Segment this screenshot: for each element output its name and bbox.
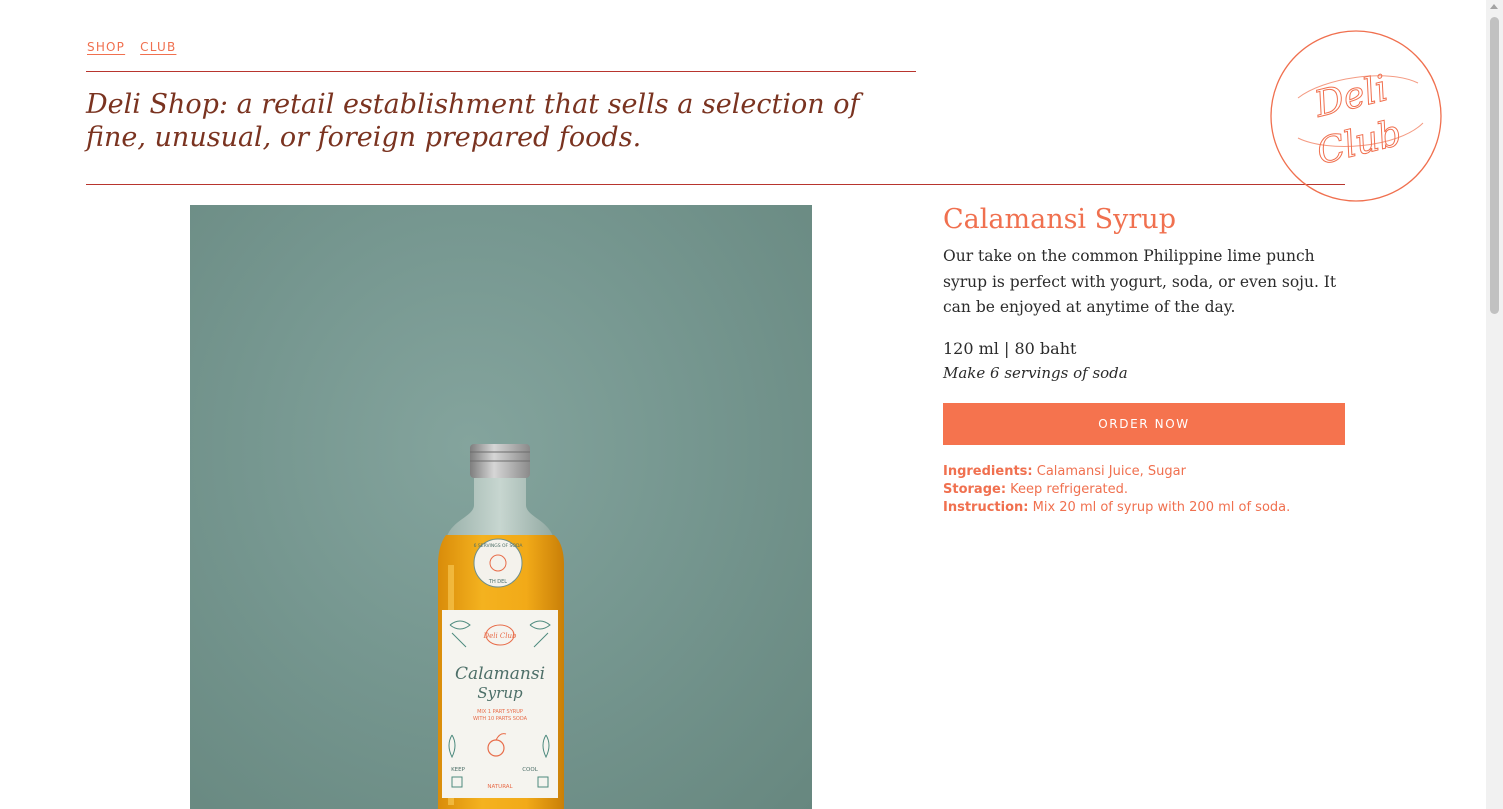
scroll-up-arrow-icon[interactable] [1490,4,1498,9]
svg-text:Deli Club: Deli Club [482,632,517,640]
nav-shop-link[interactable]: SHOP [87,40,125,54]
spec-value: Keep refrigerated. [1006,481,1129,497]
svg-text:COOL: COOL [522,767,538,773]
order-now-button[interactable]: ORDER NOW [943,402,1345,445]
product-image: 6 SERVINGS OF SODA TH DEL Deli Club Cala… [190,205,812,809]
scrollbar-thumb[interactable] [1490,17,1499,314]
product-title: Calamansi Syrup [943,204,1176,235]
product-specs: Ingredients: Calamansi Juice, Sugar Stor… [943,463,1348,517]
spec-label: Instruction: [943,499,1029,515]
svg-text:NATURAL: NATURAL [487,784,513,790]
product-description: Our take on the common Philippine lime p… [943,247,1337,316]
spec-instruction: Instruction: Mix 20 ml of syrup with 200… [943,499,1348,517]
spec-label: Storage: [943,481,1007,497]
product-price: 120 ml | 80 baht [943,338,1077,358]
header-divider-top [86,71,916,72]
deli-club-logo[interactable]: Deli Club [1268,28,1444,204]
vertical-scrollbar[interactable] [1486,0,1503,809]
spec-storage: Storage: Keep refrigerated. [943,481,1348,499]
spec-ingredients: Ingredients: Calamansi Juice, Sugar [943,463,1348,481]
svg-text:Calamansi: Calamansi [455,664,545,684]
product-servings: Make 6 servings of soda [943,363,1128,382]
product-details: Calamansi Syrup Our take on the common P… [943,200,1348,517]
spec-value: Mix 20 ml of syrup with 200 ml of soda. [1028,499,1291,515]
spec-label: Ingredients: [943,463,1033,479]
nav-club-link[interactable]: CLUB [140,40,176,54]
svg-text:KEEP: KEEP [451,767,466,773]
top-nav: SHOP CLUB [87,40,176,54]
svg-text:TH DEL: TH DEL [488,579,507,585]
svg-text:WITH 10 PARTS SODA: WITH 10 PARTS SODA [473,716,528,722]
page-tagline: Deli Shop: a retail establishment that s… [86,89,860,153]
bottle-label: Deli Club Calamansi Syrup MIX 1 PART SYR… [442,610,558,798]
spec-value: Calamansi Juice, Sugar [1032,463,1186,479]
svg-text:6 SERVINGS OF SODA: 6 SERVINGS OF SODA [474,543,524,549]
svg-text:MIX 1 PART SYRUP: MIX 1 PART SYRUP [477,709,523,715]
header-divider-bottom [86,184,1345,185]
svg-text:Syrup: Syrup [477,684,523,702]
